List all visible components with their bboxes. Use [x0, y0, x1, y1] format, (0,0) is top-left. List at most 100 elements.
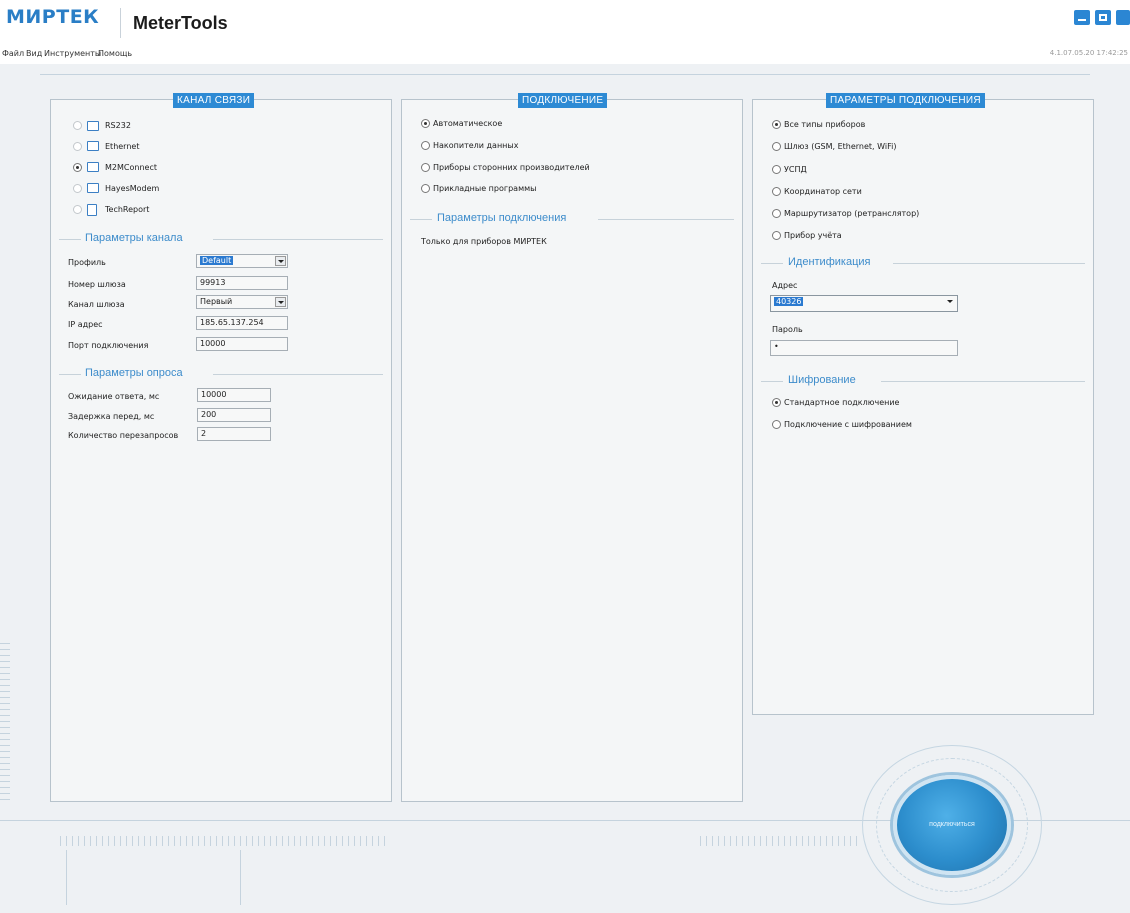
m2m-icon [87, 162, 99, 172]
radio-applications[interactable] [421, 184, 430, 193]
delay-field[interactable]: 200 [197, 408, 271, 422]
minimize-button[interactable] [1074, 10, 1090, 25]
radio-techreport[interactable] [73, 205, 82, 214]
gateway-channel-label: Канал шлюза [68, 300, 125, 309]
radio-hayesmodem[interactable] [73, 184, 82, 193]
wait-field[interactable]: 10000 [197, 388, 271, 402]
title-bar: МИРТЕК MeterTools [0, 0, 1130, 44]
connect-button[interactable]: подключиться [893, 775, 1011, 875]
circuit-line [240, 850, 241, 905]
section-divider [598, 219, 734, 220]
app-window: МИРТЕК MeterTools Файл Вид Инструменты П… [0, 0, 1130, 913]
password-label: Пароль [772, 325, 803, 334]
connection-panel-header: ПОДКЛЮЧЕНИЕ [518, 93, 608, 108]
chevron-down-icon [275, 256, 286, 266]
modem-icon [87, 183, 99, 193]
encryption-title: Шифрование [788, 374, 856, 386]
connection-note: Только для приборов МИРТЕК [421, 237, 547, 246]
channel-panel-header: КАНАЛ СВЯЗИ [173, 93, 255, 108]
chevron-down-icon [275, 297, 286, 307]
connection-option-label: Автоматическое [433, 119, 503, 128]
radio-data-storage[interactable] [421, 141, 430, 150]
section-divider [59, 239, 81, 240]
menu-view[interactable]: Вид [26, 49, 42, 58]
device-type-label: Координатор сети [784, 187, 862, 196]
radio-meter[interactable] [772, 231, 781, 240]
section-divider [213, 239, 383, 240]
connection-option-label: Приборы сторонних производителей [433, 163, 590, 172]
ip-label: IP адрес [68, 320, 103, 329]
section-divider [893, 263, 1085, 264]
section-divider [213, 374, 383, 375]
port-field[interactable]: 10000 [196, 337, 288, 351]
section-divider [59, 374, 81, 375]
radio-gateway[interactable] [772, 142, 781, 151]
radio-uspd[interactable] [772, 165, 781, 174]
network-icon [87, 141, 99, 151]
radio-ethernet[interactable] [73, 142, 82, 151]
radio-router[interactable] [772, 209, 781, 218]
channel-label: TechReport [105, 205, 150, 214]
delay-label: Задержка перед, мс [68, 412, 155, 421]
retries-field[interactable]: 2 [197, 427, 271, 441]
identification-title: Идентификация [788, 256, 871, 268]
minimize-icon [1078, 19, 1086, 21]
gateway-channel-select[interactable]: Первый [196, 295, 288, 309]
section-divider [761, 263, 783, 264]
ip-field[interactable]: 185.65.137.254 [196, 316, 288, 330]
port-label: Порт подключения [68, 341, 149, 350]
circuit-line [66, 850, 67, 905]
connection-panel: ПОДКЛЮЧЕНИЕ Автоматическое Накопители да… [401, 93, 743, 802]
channel-panel: КАНАЛ СВЯЗИ RS232 Ethernet M2MConnect Ha… [50, 93, 392, 802]
channel-label: HayesModem [105, 184, 160, 193]
radio-auto[interactable] [421, 119, 430, 128]
device-type-label: УСПД [784, 165, 807, 174]
section-divider [881, 381, 1085, 382]
company-logo: МИРТЕК [6, 6, 100, 28]
channel-params-title: Параметры канала [85, 232, 183, 244]
menu-tools[interactable]: Инструменты [44, 49, 101, 58]
close-button[interactable] [1116, 10, 1130, 25]
section-divider [761, 381, 783, 382]
menu-bar: Файл Вид Инструменты Помощь 4.1.07.05.20… [0, 44, 1130, 64]
channel-label: M2MConnect [105, 163, 157, 172]
radio-coordinator[interactable] [772, 187, 781, 196]
encryption-option-label: Подключение с шифрованием [784, 420, 912, 429]
profile-value: Default [200, 256, 234, 265]
address-select[interactable]: 40326 [770, 295, 958, 312]
connection-params-title: Параметры подключения [437, 212, 567, 224]
channel-label: Ethernet [105, 142, 140, 151]
encryption-option-label: Стандартное подключение [784, 398, 900, 407]
radio-encrypted-connection[interactable] [772, 420, 781, 429]
version-label: 4.1.07.05.20 17:42:25 [1049, 49, 1128, 57]
menu-file[interactable]: Файл [2, 49, 24, 58]
retries-label: Количество перезапросов [68, 431, 179, 440]
address-value: 40326 [774, 297, 804, 306]
profile-label: Профиль [68, 258, 106, 267]
connection-option-label: Накопители данных [433, 141, 519, 150]
maximize-icon [1099, 14, 1107, 21]
gateway-number-field[interactable]: 99913 [196, 276, 288, 290]
radio-third-party[interactable] [421, 163, 430, 172]
radio-m2mconnect[interactable] [73, 163, 82, 172]
password-field[interactable]: • [770, 340, 958, 356]
menu-help[interactable]: Помощь [98, 49, 132, 58]
circuit-pattern [60, 836, 390, 846]
radio-standard-connection[interactable] [772, 398, 781, 407]
title-divider [120, 8, 121, 38]
circuit-line [40, 74, 1090, 75]
maximize-button[interactable] [1095, 10, 1111, 25]
wait-label: Ожидание ответа, мс [68, 392, 160, 401]
radio-all-devices[interactable] [772, 120, 781, 129]
profile-select[interactable]: Default [196, 254, 288, 268]
gateway-channel-value: Первый [200, 297, 233, 306]
report-icon [87, 204, 97, 216]
device-type-label: Шлюз (GSM, Ethernet, WiFi) [784, 142, 897, 151]
circuit-pattern [700, 836, 860, 846]
chevron-down-icon [945, 297, 956, 307]
poll-params-title: Параметры опроса [85, 367, 183, 379]
connection-params-panel-header: ПАРАМЕТРЫ ПОДКЛЮЧЕНИЯ [826, 93, 985, 108]
radio-rs232[interactable] [73, 121, 82, 130]
gateway-number-label: Номер шлюза [68, 280, 126, 289]
connection-params-panel: ПАРАМЕТРЫ ПОДКЛЮЧЕНИЯ Все типы приборов … [752, 93, 1094, 715]
